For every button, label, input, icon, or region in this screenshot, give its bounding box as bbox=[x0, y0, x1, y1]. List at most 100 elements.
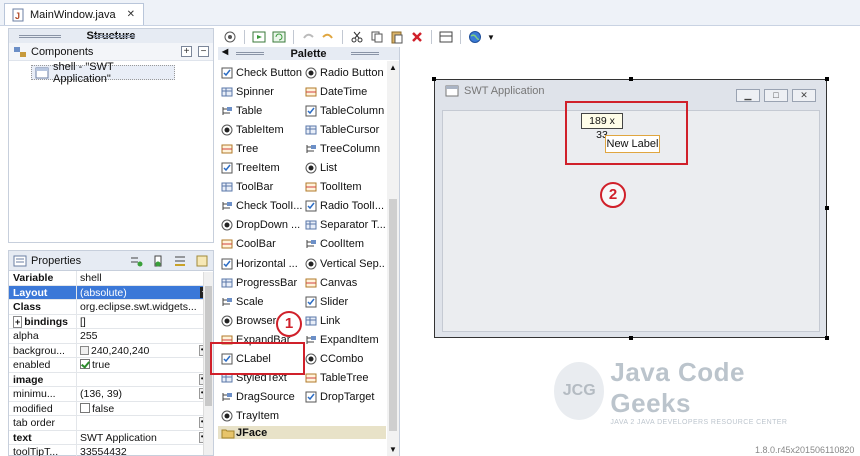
palette-item[interactable]: Horizontal ... bbox=[221, 254, 303, 273]
prop-row-alpha[interactable]: alpha 255 bbox=[9, 329, 213, 344]
palette-item[interactable]: Link bbox=[305, 311, 385, 330]
resize-handle[interactable] bbox=[629, 77, 633, 81]
palette-item[interactable]: Table bbox=[221, 101, 303, 120]
jface-category[interactable]: JFace bbox=[218, 426, 386, 439]
canvas-icon bbox=[305, 277, 317, 289]
resize-handle[interactable] bbox=[825, 336, 829, 340]
components-label: Components bbox=[31, 45, 94, 58]
palette-item[interactable]: Scale bbox=[221, 292, 303, 311]
palette-item[interactable]: DropDown ... bbox=[221, 216, 303, 235]
jcg-logo: JCG bbox=[554, 362, 605, 420]
palette-item[interactable]: Check Button bbox=[221, 63, 303, 82]
scroll-up-icon[interactable]: ▲ bbox=[389, 63, 397, 72]
prop-row-enabled[interactable]: enabled true bbox=[9, 358, 213, 373]
prop-row-class[interactable]: Class org.eclipse.swt.widgets... bbox=[9, 300, 213, 315]
scroll-down-icon[interactable]: ▼ bbox=[389, 445, 397, 454]
redo-icon[interactable] bbox=[320, 29, 336, 45]
palette-item[interactable]: TableItem bbox=[221, 120, 303, 139]
prop-row-bindings[interactable]: + bindings[] bbox=[9, 314, 213, 329]
palette-item[interactable]: DropTarget bbox=[305, 388, 385, 407]
palette-item[interactable]: CCombo bbox=[305, 350, 385, 369]
close-icon[interactable]: ✕ bbox=[127, 9, 135, 20]
convert-local-icon[interactable] bbox=[173, 254, 187, 268]
palette-item[interactable]: ExpandItem bbox=[305, 330, 385, 349]
palette-item-label: Horizontal ... bbox=[236, 257, 298, 270]
test-gui-icon[interactable] bbox=[251, 29, 267, 45]
prop-row-image[interactable]: image••• bbox=[9, 372, 213, 387]
delete-icon[interactable] bbox=[409, 29, 425, 45]
collapse-all-icon[interactable]: − bbox=[198, 46, 209, 57]
resize-handle[interactable] bbox=[825, 206, 829, 210]
palette-item[interactable]: TreeColumn bbox=[305, 139, 385, 158]
prop-row-background[interactable]: backgrou...240,240,240••• bbox=[9, 343, 213, 358]
layout-icon[interactable] bbox=[438, 29, 454, 45]
system-icon[interactable] bbox=[222, 29, 238, 45]
preview-globe-icon[interactable] bbox=[467, 29, 483, 45]
menu-icon[interactable] bbox=[195, 254, 209, 268]
palette-item[interactable]: Spinner bbox=[221, 82, 303, 101]
grip-left bbox=[236, 52, 264, 55]
enabled-value: true bbox=[92, 359, 111, 371]
modified-checkbox[interactable] bbox=[80, 402, 90, 413]
tree-item-shell[interactable]: shell - "SWT Application" bbox=[31, 61, 175, 85]
palette-item[interactable]: DragSource bbox=[221, 388, 303, 407]
palette-item[interactable]: ToolItem bbox=[305, 178, 385, 197]
palette-item-label: Spinner bbox=[236, 85, 274, 98]
palette-item-label: CoolItem bbox=[320, 238, 365, 251]
structure-header: Structure bbox=[9, 29, 213, 43]
palette-item[interactable]: ProgressBar bbox=[221, 273, 303, 292]
resize-handle[interactable] bbox=[629, 336, 633, 340]
prop-row-text[interactable]: textSWT Application••• bbox=[9, 430, 213, 445]
paste-icon[interactable] bbox=[389, 29, 405, 45]
palette-item[interactable]: CoolItem bbox=[305, 235, 385, 254]
enabled-checkbox[interactable] bbox=[80, 359, 90, 369]
close-window-icon: ✕ bbox=[792, 89, 816, 102]
refresh-icon[interactable] bbox=[271, 29, 287, 45]
palette-item[interactable]: TreeItem bbox=[221, 159, 303, 178]
cut-icon[interactable] bbox=[349, 29, 365, 45]
palette-item[interactable]: Canvas bbox=[305, 273, 385, 292]
prop-row-tooltip[interactable]: toolTipT... 33554432 bbox=[9, 445, 213, 456]
palette-item[interactable]: DateTime bbox=[305, 82, 385, 101]
palette-item[interactable]: TableTree bbox=[305, 369, 385, 388]
callout-box-2 bbox=[565, 101, 688, 165]
prop-row-variable[interactable]: Variable shell bbox=[9, 271, 213, 286]
palette-item[interactable]: Tree bbox=[221, 139, 303, 158]
scrollbar-thumb[interactable] bbox=[389, 199, 397, 431]
resize-handle[interactable] bbox=[825, 77, 829, 81]
palette-item[interactable]: List bbox=[305, 159, 385, 178]
palette-scrollbar[interactable]: ▲ ▼ bbox=[387, 61, 399, 456]
prop-value: ••• bbox=[77, 416, 213, 430]
structure-panel: Structure Components + − shell - "SWT Ap… bbox=[8, 28, 214, 243]
prop-row-modified[interactable]: modified false bbox=[9, 401, 213, 416]
palette-item[interactable]: TrayItem bbox=[221, 407, 303, 426]
goto-definition-icon[interactable] bbox=[151, 254, 165, 268]
undo-icon[interactable] bbox=[300, 29, 316, 45]
palette-item[interactable]: Separator T... bbox=[305, 216, 385, 235]
palette-item[interactable]: TableColumn bbox=[305, 101, 385, 120]
palette-item[interactable]: TableCursor bbox=[305, 120, 385, 139]
editor-tab-mainwindow[interactable]: J MainWindow.java ✕ bbox=[4, 3, 144, 25]
palette-item[interactable]: CoolBar bbox=[221, 235, 303, 254]
palette-item-label: Scale bbox=[236, 295, 264, 308]
expand-icon[interactable]: + bbox=[13, 315, 23, 328]
prop-row-layout[interactable]: Layout (absolute) bbox=[9, 285, 213, 300]
palette-item[interactable]: ToolBar bbox=[221, 178, 303, 197]
prop-key: modified bbox=[9, 401, 77, 415]
palette-item[interactable]: Radio ToolI... bbox=[305, 197, 385, 216]
prop-key: backgrou... bbox=[9, 343, 77, 357]
resize-handle[interactable] bbox=[432, 77, 436, 81]
copy-icon[interactable] bbox=[369, 29, 385, 45]
chevron-down-icon[interactable]: ▼ bbox=[487, 33, 495, 42]
palette-item[interactable]: Slider bbox=[305, 292, 385, 311]
prop-row-minimum[interactable]: minimu...(136, 39)••• bbox=[9, 387, 213, 402]
palette-item[interactable]: Radio Button bbox=[305, 63, 385, 82]
collapse-arrow-icon[interactable]: ◀ bbox=[222, 47, 228, 56]
prop-value: org.eclipse.swt.widgets... bbox=[80, 301, 197, 313]
show-events-icon[interactable] bbox=[129, 254, 143, 268]
callout-number-2: 2 bbox=[600, 182, 626, 208]
palette-item[interactable]: Vertical Sep... bbox=[305, 254, 385, 273]
palette-item[interactable]: Check ToolI... bbox=[221, 197, 303, 216]
expand-all-icon[interactable]: + bbox=[181, 46, 192, 57]
prop-row-taborder[interactable]: tab order••• bbox=[9, 416, 213, 431]
